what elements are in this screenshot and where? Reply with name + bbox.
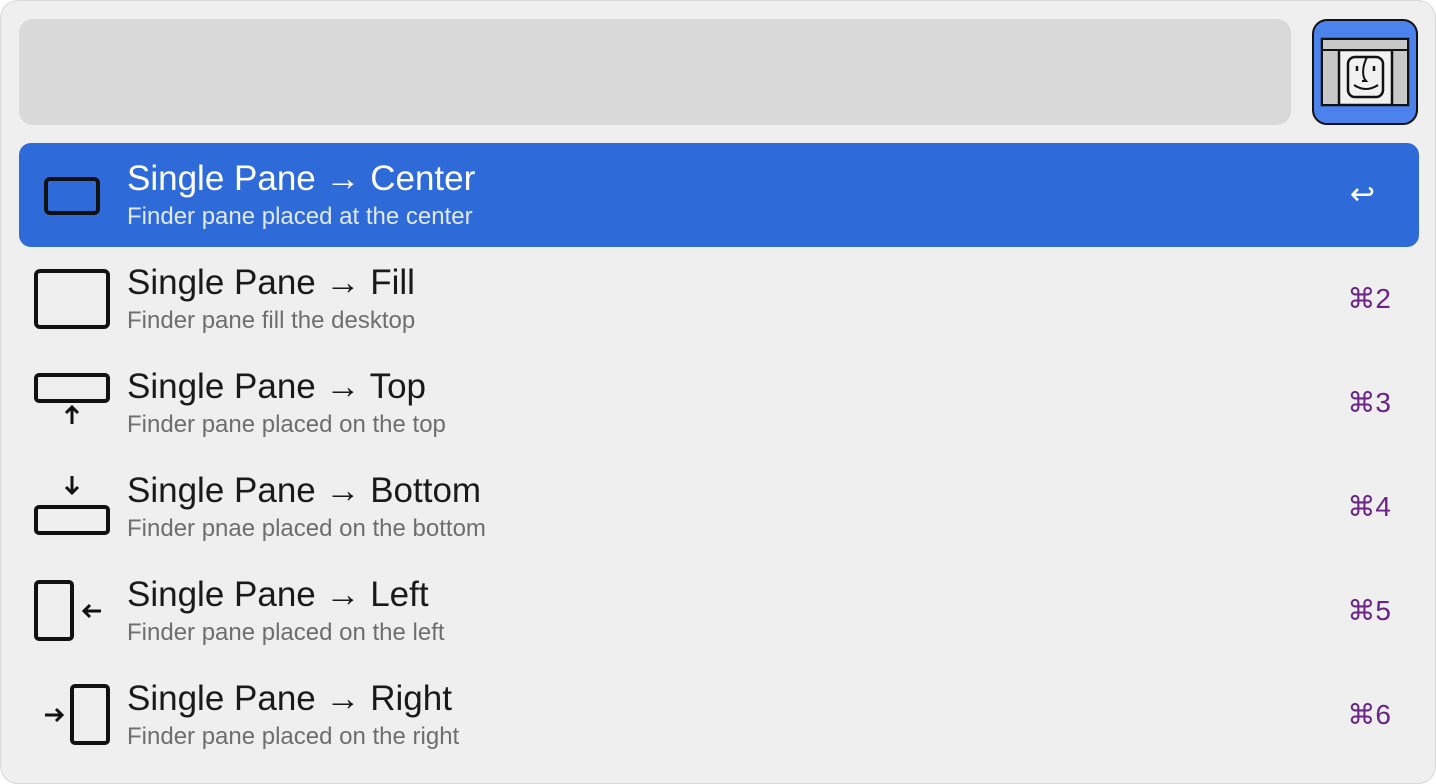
result-subtitle: Finder pane placed at the center — [127, 203, 473, 230]
pane-right-icon — [31, 680, 115, 750]
result-title: Single Pane → Top — [127, 367, 427, 406]
result-row-right[interactable]: Single Pane → Right Finder pane placed o… — [19, 663, 1419, 767]
shortcut-label: ⌘6 — [1347, 699, 1391, 730]
shortcut-label: ⌘4 — [1347, 491, 1391, 522]
search-input[interactable] — [19, 19, 1291, 125]
result-subtitle: Finder pane placed on the right — [127, 723, 460, 750]
result-title: Single Pane → Bottom — [127, 471, 482, 510]
result-subtitle: Finder pane placed on the left — [127, 619, 445, 646]
shortcut-label: ⌘3 — [1347, 387, 1391, 418]
pane-bottom-icon — [31, 472, 115, 542]
pane-center-icon — [31, 160, 115, 230]
shortcut-label: ⌘2 — [1347, 283, 1391, 314]
result-title: Single Pane → Fill — [127, 263, 415, 302]
pane-top-icon — [31, 368, 115, 438]
return-key-icon: ↩ — [1349, 178, 1375, 211]
result-title: Single Pane → Left — [127, 575, 429, 614]
pane-fill-icon — [31, 264, 115, 334]
result-row-left[interactable]: Single Pane → Left Finder pane placed on… — [19, 559, 1419, 663]
result-row-top[interactable]: Single Pane → Top Finder pane placed on … — [19, 351, 1419, 455]
launcher-window: Single Pane → Center Finder pane placed … — [0, 0, 1436, 784]
result-subtitle: Finder pnae placed on the bottom — [127, 515, 486, 542]
result-subtitle: Finder pane placed on the top — [127, 411, 446, 438]
finder-panes-icon — [1312, 19, 1418, 125]
result-row-fill[interactable]: Single Pane → Fill Finder pane fill the … — [19, 247, 1419, 351]
result-subtitle: Finder pane fill the desktop — [127, 307, 416, 334]
results-list: Single Pane → Center Finder pane placed … — [19, 143, 1419, 767]
result-title: Single Pane → Center — [127, 159, 476, 198]
result-title: Single Pane → Right — [127, 679, 452, 718]
pane-left-icon — [31, 576, 115, 646]
shortcut-label: ⌘5 — [1347, 595, 1391, 626]
search-bar[interactable] — [19, 19, 1291, 125]
result-row-center[interactable]: Single Pane → Center Finder pane placed … — [19, 143, 1419, 247]
result-row-bottom[interactable]: Single Pane → Bottom Finder pnae placed … — [19, 455, 1419, 559]
